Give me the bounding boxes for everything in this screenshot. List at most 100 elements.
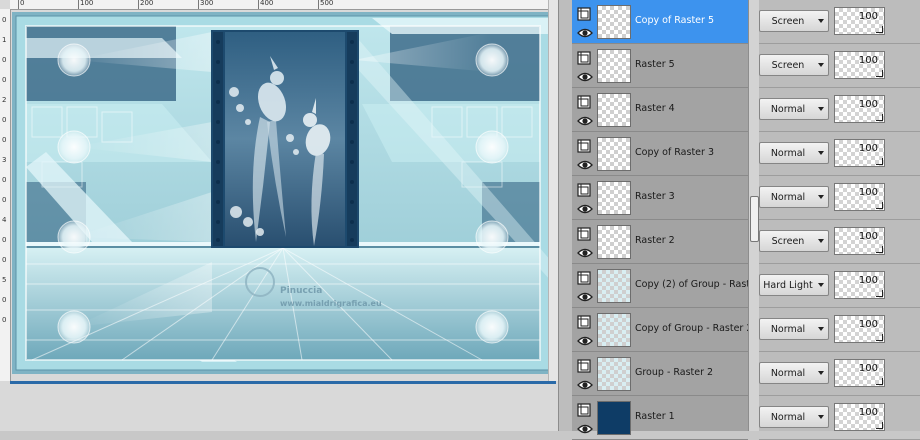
layer-thumbnail[interactable] bbox=[597, 269, 631, 303]
layer-link-icon[interactable] bbox=[577, 50, 593, 65]
blend-mode-dropdown[interactable]: Normal bbox=[759, 318, 829, 340]
opacity-field[interactable]: 100 bbox=[834, 403, 885, 431]
canvas-area[interactable]: 0 100 200 300 400 500 0100200300400500 P… bbox=[0, 0, 558, 431]
layer-link-icon[interactable] bbox=[577, 182, 593, 197]
layer-name[interactable]: Copy of Raster 5 bbox=[635, 15, 714, 26]
artwork-canvas[interactable]: Pinuccia www.mialdrigrafica.eu bbox=[12, 12, 554, 374]
layer-row[interactable]: Copy of Group - Raster 2 bbox=[572, 308, 752, 352]
layer-link-icon[interactable] bbox=[577, 94, 593, 109]
layer-name[interactable]: Raster 2 bbox=[635, 235, 675, 246]
opacity-field[interactable]: 100 bbox=[834, 183, 885, 211]
blend-mode-dropdown[interactable]: Normal bbox=[759, 186, 829, 208]
ruler-top-tick bbox=[78, 0, 79, 9]
layer-row[interactable]: Raster 2 bbox=[572, 220, 748, 264]
layer-thumbnail[interactable] bbox=[597, 401, 631, 435]
layer-link-icon[interactable] bbox=[577, 314, 593, 329]
opacity-value: 100 bbox=[858, 231, 878, 242]
layer-thumbnail[interactable] bbox=[597, 137, 631, 171]
opacity-slider-icon[interactable] bbox=[876, 378, 883, 385]
opacity-field[interactable]: 100 bbox=[834, 359, 885, 387]
blend-mode-label: Normal bbox=[770, 148, 806, 159]
eye-visibility-icon[interactable] bbox=[577, 112, 593, 126]
layers-scroll-thumb[interactable] bbox=[750, 196, 759, 242]
layer-row[interactable]: Raster 4 bbox=[572, 88, 748, 132]
ruler-top-label: 400 bbox=[260, 0, 274, 7]
panel-splitter[interactable] bbox=[558, 0, 573, 431]
layer-link-icon[interactable] bbox=[577, 402, 593, 417]
opacity-slider-icon[interactable] bbox=[876, 246, 883, 253]
layer-row[interactable]: Copy of Raster 3 bbox=[572, 132, 748, 176]
canvas-selection-edge bbox=[10, 381, 556, 384]
watermark-name: Pinuccia bbox=[280, 286, 322, 296]
opacity-field[interactable]: 100 bbox=[834, 51, 885, 79]
opacity-slider-icon[interactable] bbox=[876, 26, 883, 33]
eye-visibility-icon[interactable] bbox=[577, 332, 593, 346]
layer-thumbnail[interactable] bbox=[597, 225, 631, 259]
eye-visibility-icon[interactable] bbox=[577, 376, 593, 390]
opacity-field[interactable]: 100 bbox=[834, 315, 885, 343]
layer-row[interactable]: Copy of Raster 5 bbox=[572, 0, 748, 44]
layer-row[interactable]: Raster 1 bbox=[572, 396, 748, 440]
eye-visibility-icon[interactable] bbox=[577, 68, 593, 82]
layer-list: Copy of Raster 5 Raster 5 Raster 4 Copy of … bbox=[572, 0, 769, 440]
opacity-field[interactable]: 100 bbox=[834, 139, 885, 167]
layer-row[interactable]: Raster 3 bbox=[572, 176, 748, 220]
layer-thumbnail[interactable] bbox=[597, 49, 631, 83]
layer-name[interactable]: Raster 3 bbox=[635, 191, 675, 202]
blend-mode-dropdown[interactable]: Normal bbox=[759, 98, 829, 120]
blend-mode-dropdown[interactable]: Normal bbox=[759, 142, 829, 164]
layer-properties-row: Screen 100 bbox=[759, 0, 920, 44]
eye-visibility-icon[interactable] bbox=[577, 24, 593, 38]
layer-row[interactable]: Copy (2) of Group - Raster 2 bbox=[572, 264, 769, 308]
opacity-slider-icon[interactable] bbox=[876, 114, 883, 121]
layer-properties-row: Screen 100 bbox=[759, 44, 920, 88]
layer-link-icon[interactable] bbox=[577, 138, 593, 153]
ruler-vertical: 0 1 0 0 2 0 0 3 0 0 4 0 0 5 0 0 bbox=[0, 9, 11, 381]
ruler-top-label: 200 bbox=[140, 0, 154, 7]
opacity-field[interactable]: 100 bbox=[834, 271, 885, 299]
layer-properties-row: Hard Light 100 bbox=[759, 264, 920, 308]
layer-row[interactable]: Raster 5 bbox=[572, 44, 748, 88]
layer-thumbnail[interactable] bbox=[597, 313, 631, 347]
eye-visibility-icon[interactable] bbox=[577, 244, 593, 258]
layer-link-icon[interactable] bbox=[577, 270, 593, 285]
layer-row[interactable]: Group - Raster 2 bbox=[572, 352, 748, 396]
opacity-slider-icon[interactable] bbox=[876, 422, 883, 429]
layer-name[interactable]: Raster 1 bbox=[635, 411, 675, 422]
layer-thumbnail[interactable] bbox=[597, 93, 631, 127]
layer-name[interactable]: Group - Raster 2 bbox=[635, 367, 713, 378]
canvas-vertical-scrollbar[interactable] bbox=[548, 0, 558, 381]
blend-mode-dropdown[interactable]: Screen bbox=[759, 230, 829, 252]
opacity-slider-icon[interactable] bbox=[876, 70, 883, 77]
blend-mode-dropdown[interactable]: Normal bbox=[759, 406, 829, 428]
blend-mode-dropdown[interactable]: Screen bbox=[759, 54, 829, 76]
ruler-left-label: 0 bbox=[2, 176, 7, 184]
layer-name[interactable]: Raster 5 bbox=[635, 59, 675, 70]
layer-link-icon[interactable] bbox=[577, 358, 593, 373]
opacity-field[interactable]: 100 bbox=[834, 95, 885, 123]
layer-link-icon[interactable] bbox=[577, 226, 593, 241]
blend-mode-dropdown[interactable]: Normal bbox=[759, 362, 829, 384]
layer-name[interactable]: Copy of Raster 3 bbox=[635, 147, 714, 158]
opacity-field[interactable]: 100 bbox=[834, 227, 885, 255]
layer-link-icon[interactable] bbox=[577, 6, 593, 21]
watermark-url: www.mialdrigrafica.eu bbox=[280, 299, 382, 308]
ruler-left-label: 0 bbox=[2, 116, 7, 124]
eye-visibility-icon[interactable] bbox=[577, 156, 593, 170]
layer-thumbnail[interactable] bbox=[597, 357, 631, 391]
layer-name[interactable]: Raster 4 bbox=[635, 103, 675, 114]
eye-visibility-icon[interactable] bbox=[577, 288, 593, 302]
blend-mode-dropdown[interactable]: Hard Light bbox=[759, 274, 829, 296]
opacity-field[interactable]: 100 bbox=[834, 7, 885, 35]
eye-visibility-icon[interactable] bbox=[577, 200, 593, 214]
blend-mode-dropdown[interactable]: Screen bbox=[759, 10, 829, 32]
opacity-slider-icon[interactable] bbox=[876, 202, 883, 209]
opacity-slider-icon[interactable] bbox=[876, 334, 883, 341]
opacity-slider-icon[interactable] bbox=[876, 158, 883, 165]
layer-thumbnail[interactable] bbox=[597, 5, 631, 39]
layer-thumbnail[interactable] bbox=[597, 181, 631, 215]
eye-visibility-icon[interactable] bbox=[577, 420, 593, 434]
ruler-left-label: 0 bbox=[2, 56, 7, 64]
opacity-slider-icon[interactable] bbox=[876, 290, 883, 297]
layer-name[interactable]: Copy of Group - Raster 2 bbox=[635, 323, 752, 334]
